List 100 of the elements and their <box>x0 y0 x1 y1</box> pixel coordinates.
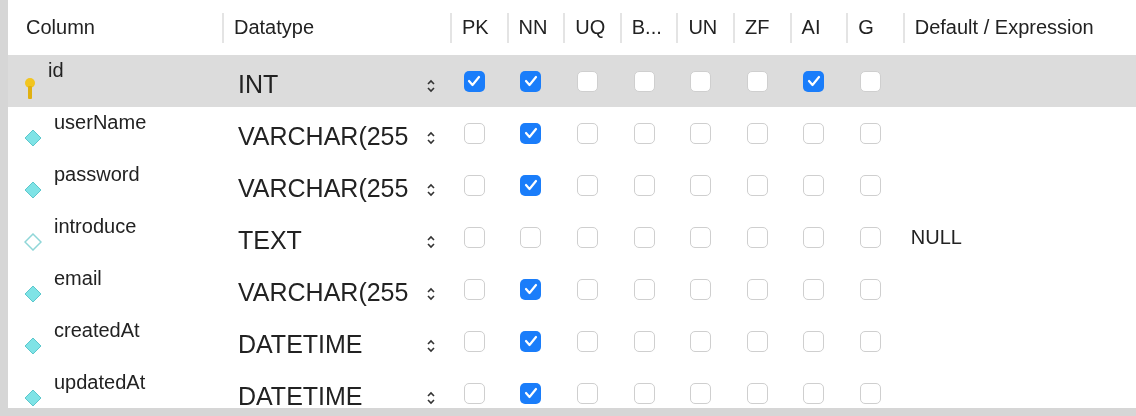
datatype-value: DATETIME <box>238 330 363 359</box>
checkbox[interactable] <box>463 174 485 196</box>
column-header[interactable]: UN <box>676 12 733 43</box>
column-name: id <box>48 59 64 82</box>
stepper-icon[interactable] <box>426 338 436 354</box>
checkbox[interactable] <box>463 70 485 92</box>
checkbox[interactable] <box>633 70 655 92</box>
stepper-icon[interactable] <box>426 390 436 406</box>
stepper-icon[interactable] <box>426 182 436 198</box>
checkbox[interactable] <box>803 278 825 300</box>
checkbox[interactable] <box>577 330 598 352</box>
table-row[interactable]: id INT <box>8 55 1136 107</box>
diamond-icon <box>24 337 42 355</box>
checkbox[interactable] <box>859 174 881 196</box>
checkmark-icon <box>523 283 538 295</box>
checkbox[interactable] <box>803 174 825 196</box>
checkbox[interactable] <box>577 278 598 300</box>
column-header[interactable]: Column <box>8 12 222 43</box>
checkbox[interactable] <box>520 382 542 404</box>
checkbox[interactable] <box>859 226 881 248</box>
diamond-icon <box>24 181 42 199</box>
checkbox[interactable] <box>746 174 768 196</box>
checkbox[interactable] <box>463 382 485 404</box>
checkbox[interactable] <box>520 278 542 300</box>
checkbox[interactable] <box>690 226 712 248</box>
stepper-icon[interactable] <box>426 234 436 250</box>
diamond-outline-icon <box>24 233 42 251</box>
column-header[interactable]: AI <box>789 12 847 43</box>
key-icon <box>24 77 36 101</box>
checkbox[interactable] <box>520 122 542 144</box>
column-name: introduce <box>54 215 137 238</box>
column-header[interactable]: Datatype <box>222 12 450 43</box>
checkbox[interactable] <box>633 330 655 352</box>
checkbox[interactable] <box>463 278 485 300</box>
datatype-value: DATETIME <box>238 382 363 408</box>
checkmark-icon <box>523 179 538 191</box>
checkmark-icon <box>523 127 538 139</box>
column-header[interactable]: NN <box>506 12 564 43</box>
diamond-icon <box>24 389 42 407</box>
checkbox[interactable] <box>577 226 598 248</box>
checkmark-icon <box>806 75 821 87</box>
diamond-icon <box>24 285 42 303</box>
checkbox[interactable] <box>520 330 542 352</box>
datatype-value: VARCHAR(255 <box>238 278 409 307</box>
column-header[interactable]: PK <box>450 12 507 43</box>
checkbox[interactable] <box>520 226 542 248</box>
column-header[interactable]: G <box>846 12 903 43</box>
checkbox[interactable] <box>633 278 655 300</box>
checkbox[interactable] <box>520 174 542 196</box>
checkbox[interactable] <box>803 330 825 352</box>
column-header[interactable]: UQ <box>563 12 620 43</box>
checkbox[interactable] <box>690 382 712 404</box>
checkbox[interactable] <box>577 382 598 404</box>
diamond-icon <box>24 129 42 147</box>
column-name: createdAt <box>54 319 140 342</box>
datatype-value: TEXT <box>238 226 302 255</box>
checkbox[interactable] <box>859 382 881 404</box>
checkbox[interactable] <box>803 122 825 144</box>
checkbox[interactable] <box>577 122 598 144</box>
checkbox[interactable] <box>803 70 825 92</box>
checkbox[interactable] <box>633 174 655 196</box>
checkbox[interactable] <box>803 226 825 248</box>
datatype-value: VARCHAR(255 <box>238 174 409 203</box>
checkbox[interactable] <box>633 122 655 144</box>
checkbox[interactable] <box>690 174 712 196</box>
checkbox[interactable] <box>520 70 542 92</box>
checkbox[interactable] <box>577 174 598 196</box>
checkbox[interactable] <box>633 226 655 248</box>
checkbox[interactable] <box>690 278 712 300</box>
checkbox[interactable] <box>803 382 825 404</box>
column-header[interactable]: ZF <box>732 12 790 43</box>
checkbox[interactable] <box>746 278 768 300</box>
column-header[interactable]: B... <box>619 12 677 43</box>
checkbox[interactable] <box>746 122 768 144</box>
checkbox[interactable] <box>463 122 485 144</box>
stepper-icon[interactable] <box>426 286 436 302</box>
checkmark-icon <box>523 387 538 399</box>
checkbox[interactable] <box>463 330 485 352</box>
column-name: password <box>54 163 140 186</box>
checkmark-icon <box>523 75 538 87</box>
stepper-icon[interactable] <box>426 130 436 146</box>
checkbox[interactable] <box>463 226 485 248</box>
checkbox[interactable] <box>859 70 881 92</box>
checkbox[interactable] <box>746 226 768 248</box>
stepper-icon[interactable] <box>426 78 436 94</box>
checkbox[interactable] <box>746 382 768 404</box>
checkbox[interactable] <box>690 70 712 92</box>
checkbox[interactable] <box>633 382 655 404</box>
checkbox[interactable] <box>859 122 881 144</box>
checkbox[interactable] <box>859 278 881 300</box>
column-name: email <box>54 267 102 290</box>
column-name: userName <box>54 111 147 134</box>
column-header[interactable]: Default / Expression <box>902 12 1136 43</box>
checkbox[interactable] <box>577 70 598 92</box>
checkbox[interactable] <box>746 330 768 352</box>
checkbox[interactable] <box>690 122 712 144</box>
checkbox[interactable] <box>746 70 768 92</box>
checkbox[interactable] <box>859 330 881 352</box>
datatype-value: VARCHAR(255 <box>238 122 409 151</box>
checkbox[interactable] <box>690 330 712 352</box>
